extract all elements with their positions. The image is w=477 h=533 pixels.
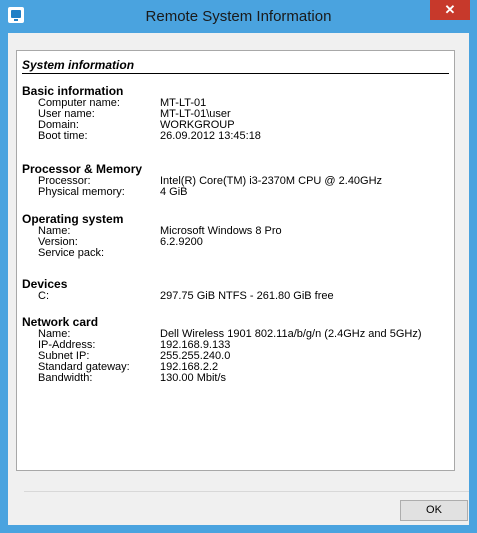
info-label: Physical memory: xyxy=(38,186,125,198)
dialog-window: Remote System Information ✕ System infor… xyxy=(0,0,477,533)
info-row-os-name: Name: Microsoft Windows 8 Pro xyxy=(22,226,449,237)
info-label: Boot time: xyxy=(38,130,88,142)
report-title-divider xyxy=(22,73,449,74)
info-value: 4 GiB xyxy=(160,186,188,198)
ok-button[interactable]: OK xyxy=(400,500,468,521)
close-icon: ✕ xyxy=(444,2,456,17)
window-title: Remote System Information xyxy=(145,8,332,25)
info-value: Intel(R) Core(TM) i3-2370M CPU @ 2.40GHz xyxy=(160,175,383,187)
info-label: Bandwidth: xyxy=(38,372,93,384)
footer-divider xyxy=(24,491,469,492)
info-row-physical-memory: Physical memory: 4 GiB xyxy=(22,187,449,198)
info-row-user-name: User name: MT-LT-01\user xyxy=(22,109,449,120)
info-value: 26.09.2012 13:45:18 xyxy=(160,130,261,142)
info-row-drive-c: C: 297.75 GiB NTFS - 261.80 GiB free xyxy=(22,291,449,302)
report-title: System information xyxy=(22,58,135,72)
info-row-service-pack: Service pack: xyxy=(22,248,449,259)
info-value: 297.75 GiB NTFS - 261.80 GiB free xyxy=(160,290,334,302)
close-button[interactable]: ✕ xyxy=(430,0,470,20)
title-bar[interactable]: Remote System Information ✕ xyxy=(0,0,477,33)
section-devices: Devices C: 297.75 GiB NTFS - 261.80 GiB … xyxy=(22,278,449,302)
system-info-report[interactable]: System information Basic information Com… xyxy=(16,50,455,471)
info-value: 130.00 Mbit/s xyxy=(160,372,227,384)
section-basic-information: Basic information Computer name: MT-LT-0… xyxy=(22,85,449,142)
info-label: C: xyxy=(38,290,49,302)
info-row-bandwidth: Bandwidth: 130.00 Mbit/s xyxy=(22,373,449,384)
info-label: Service pack: xyxy=(38,247,105,259)
info-value: 6.2.9200 xyxy=(160,236,203,248)
section-processor-memory: Processor & Memory Processor: Intel(R) C… xyxy=(22,163,449,198)
section-network-card: Network card Name: Dell Wireless 1901 80… xyxy=(22,316,449,384)
info-row-boot-time: Boot time: 26.09.2012 13:45:18 xyxy=(22,131,449,142)
section-operating-system: Operating system Name: Microsoft Windows… xyxy=(22,213,449,259)
